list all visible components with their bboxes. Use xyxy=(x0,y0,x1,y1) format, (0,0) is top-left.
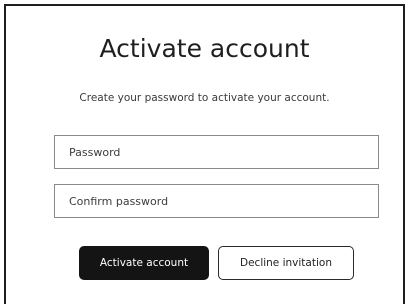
decline-invitation-button[interactable]: Decline invitation xyxy=(218,246,354,280)
confirm-password-field[interactable] xyxy=(54,184,379,218)
activate-account-card: Activate account Create your password to… xyxy=(4,4,405,304)
page-title: Activate account xyxy=(99,34,310,63)
password-field[interactable] xyxy=(54,135,379,169)
page-subtitle: Create your password to activate your ac… xyxy=(79,92,330,104)
activate-account-button[interactable]: Activate account xyxy=(79,246,209,280)
